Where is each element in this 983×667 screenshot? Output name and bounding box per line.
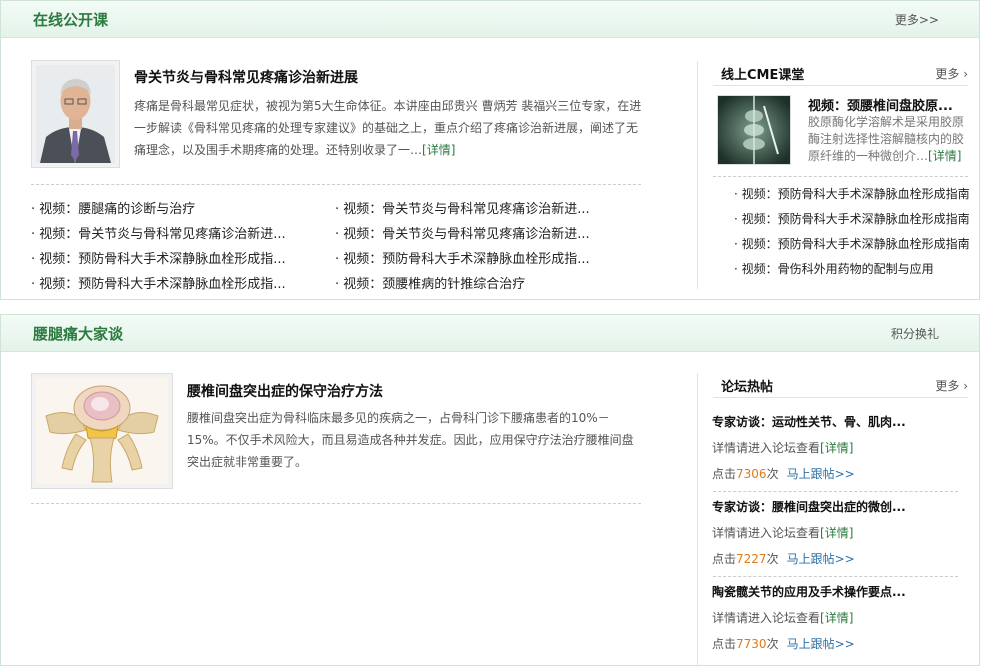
forum-post-divider <box>713 576 958 577</box>
click-unit: 次 <box>766 467 779 481</box>
cme-feature-thumbnail[interactable] <box>717 95 791 165</box>
forum-more-label: 更多 <box>935 378 960 393</box>
chevron-right-icon: › <box>963 378 968 393</box>
doctor-portrait-image <box>36 65 115 163</box>
video-link[interactable]: · 视频：预防骨科大手术深静脉血栓形成指... <box>31 272 321 297</box>
xray-spine-image <box>718 96 790 164</box>
cme-list-item[interactable]: · 视频：骨伤科外用药物的配制与应用 <box>734 257 974 282</box>
featured-article-thumbnail[interactable] <box>31 373 173 489</box>
video-link[interactable]: · 视频：骨关节炎与骨科常见疼痛诊治新进... <box>31 222 321 247</box>
forum-post: 专家访谈：腰椎间盘突出症的微创... 详情请进入论坛查看[详情] 点击7227次… <box>712 494 957 572</box>
reply-now-link[interactable]: 马上跟帖>> <box>787 637 855 651</box>
featured-course-detail-link[interactable]: [详情] <box>422 143 455 157</box>
open-course-panel: 在线公开课 更多>> 骨关节炎与骨科常见疼痛诊治新进展 疼痛是骨科最常见症状，被… <box>0 0 980 300</box>
reply-now-link[interactable]: 马上跟帖>> <box>787 467 855 481</box>
chevron-right-icon: › <box>963 66 968 81</box>
video-link[interactable]: · 视频：颈腰椎病的针推综合治疗 <box>335 272 635 297</box>
cme-more-label: 更多 <box>935 66 960 81</box>
forum-post-title[interactable]: 陶瓷髋关节的应用及手术操作要点... <box>712 579 957 605</box>
forum-post-prompt-text: 详情请进入论坛查看 <box>712 441 821 455</box>
forum-post-prompt-text: 详情请进入论坛查看 <box>712 526 821 540</box>
open-course-title: 在线公开课 <box>33 10 109 29</box>
click-label: 点击 <box>712 467 737 481</box>
forum-more-link[interactable]: 更多 › <box>935 377 968 394</box>
cme-header: 线上CME课堂 更多 › <box>713 61 968 86</box>
click-label: 点击 <box>712 552 737 566</box>
cme-list-item[interactable]: · 视频：预防骨科大手术深静脉血栓形成指南 <box>734 232 974 257</box>
spinal-disc-illustration <box>36 378 168 484</box>
forum-post-prompt: 详情请进入论坛查看[详情] <box>712 520 957 546</box>
forum-post: 陶瓷髋关节的应用及手术操作要点... 详情请进入论坛查看[详情] 点击7730次… <box>712 579 957 657</box>
click-count: 7730 <box>736 637 767 651</box>
video-link[interactable]: · 视频：预防骨科大手术深静脉血栓形成指... <box>335 247 635 272</box>
click-count: 7306 <box>736 467 767 481</box>
click-label: 点击 <box>712 637 737 651</box>
video-link[interactable]: · 视频：骨关节炎与骨科常见疼痛诊治新进... <box>335 197 635 222</box>
featured-course-description: 疼痛是骨科最常见症状，被视为第5大生命体征。本讲座由邱贵兴 曹炳芳 裴福兴三位专… <box>134 95 644 161</box>
points-exchange-link[interactable]: 积分换礼 <box>891 325 939 342</box>
forum-post-prompt: 详情请进入论坛查看[详情] <box>712 605 957 631</box>
featured-divider <box>31 184 641 185</box>
cme-list-item[interactable]: · 视频：预防骨科大手术深静脉血栓形成指南 <box>734 207 974 232</box>
featured-article-description: 腰椎间盘突出症为骨科临床最多见的疾病之一，占骨科门诊下腰痛患者的10%－15%。… <box>187 411 634 469</box>
click-unit: 次 <box>766 552 779 566</box>
video-link[interactable]: · 视频：预防骨科大手术深静脉血栓形成指... <box>31 247 321 272</box>
featured-course-title[interactable]: 骨关节炎与骨科常见疼痛诊治新进展 <box>134 67 358 87</box>
forum-post-title[interactable]: 专家访谈：运动性关节、骨、肌肉... <box>712 409 957 435</box>
cme-feature-title[interactable]: 视频：颈腰椎间盘胶原... <box>808 95 973 114</box>
featured-article-title[interactable]: 腰椎间盘突出症的保守治疗方法 <box>187 381 383 401</box>
video-link[interactable]: · 视频：骨关节炎与骨科常见疼痛诊治新进... <box>335 222 635 247</box>
cme-feature-description: 胶原酶化学溶解术是采用胶原酶注射选择性溶解髓核内的胶原纤维的一种微创介…[详情] <box>808 114 968 165</box>
forum-post-title[interactable]: 专家访谈：腰椎间盘突出症的微创... <box>712 494 957 520</box>
forum-post-divider <box>713 491 958 492</box>
lumbago-talk-panel: 腰腿痛大家谈 积分换礼 腰椎间盘突出症的保守治疗方法 腰椎间盘突出症为骨科临床最… <box>0 314 980 667</box>
featured-course-desc-text: 疼痛是骨科最常见症状，被视为第5大生命体征。本讲座由邱贵兴 曹炳芳 裴福兴三位专… <box>134 99 642 157</box>
cme-feature-detail-link[interactable]: [详情] <box>928 149 961 163</box>
featured-course-thumbnail[interactable] <box>31 60 120 168</box>
open-course-header: 在线公开课 更多>> <box>1 1 979 38</box>
cme-list: · 视频：预防骨科大手术深静脉血栓形成指南 · 视频：预防骨科大手术深静脉血栓形… <box>734 182 974 282</box>
click-unit: 次 <box>766 637 779 651</box>
forum-post-detail-link[interactable]: [详情] <box>820 611 853 625</box>
lumbago-talk-title: 腰腿痛大家谈 <box>33 324 124 343</box>
lumbago-talk-header: 腰腿痛大家谈 积分换礼 <box>1 315 979 352</box>
click-count: 7227 <box>736 552 767 566</box>
forum-post-stats: 点击7730次 马上跟帖>> <box>712 631 957 657</box>
forum-post-prompt: 详情请进入论坛查看[详情] <box>712 435 957 461</box>
section2-column-divider <box>697 373 698 667</box>
forum-title: 论坛热帖 <box>721 379 774 395</box>
forum-post-detail-link[interactable]: [详情] <box>820 441 853 455</box>
forum-post-stats: 点击7227次 马上跟帖>> <box>712 546 957 572</box>
open-course-more-link[interactable]: 更多>> <box>895 11 939 28</box>
section1-column-divider <box>697 61 698 289</box>
cme-more-link[interactable]: 更多 › <box>935 65 968 82</box>
cme-title: 线上CME课堂 <box>721 67 805 83</box>
video-link[interactable]: · 视频：腰腿痛的诊断与治疗 <box>31 197 321 222</box>
forum-post-prompt-text: 详情请进入论坛查看 <box>712 611 821 625</box>
video-list-left: · 视频：腰腿痛的诊断与治疗 · 视频：骨关节炎与骨科常见疼痛诊治新进... ·… <box>31 197 321 297</box>
cme-divider <box>713 176 968 177</box>
cme-list-item[interactable]: · 视频：预防骨科大手术深静脉血栓形成指南 <box>734 182 974 207</box>
forum-header: 论坛热帖 更多 › <box>713 373 968 398</box>
article-divider <box>31 503 641 504</box>
video-list-right: · 视频：骨关节炎与骨科常见疼痛诊治新进... · 视频：骨关节炎与骨科常见疼痛… <box>335 197 635 297</box>
forum-post-stats: 点击7306次 马上跟帖>> <box>712 461 957 487</box>
reply-now-link[interactable]: 马上跟帖>> <box>787 552 855 566</box>
forum-post-detail-link[interactable]: [详情] <box>820 526 853 540</box>
forum-post: 专家访谈：运动性关节、骨、肌肉... 详情请进入论坛查看[详情] 点击7306次… <box>712 409 957 487</box>
